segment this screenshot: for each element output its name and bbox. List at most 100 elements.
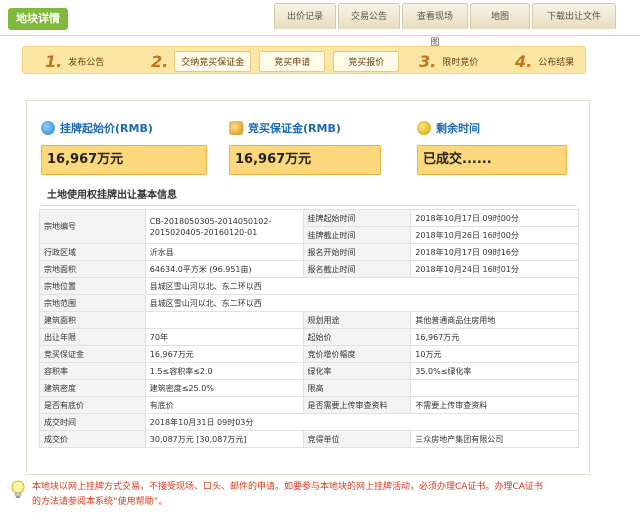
table-row: 宗地位置 县城区雪山河以北、东二环以西 (39, 277, 580, 295)
field-value: 35.0%≤绿化率 (410, 362, 579, 380)
table-row: 竞买保证金 16,967万元 竞价增价幅度 10万元 (39, 345, 579, 363)
lightbulb-icon (11, 480, 25, 498)
table-row: 建筑密度 建筑密度≤25.0% 限高 (39, 379, 579, 397)
section-divider (41, 205, 577, 206)
field-label: 建筑密度 (39, 379, 146, 397)
table-row: 容积率 1.5≤容积率≤2.0 绿化率 35.0%≤绿化率 (39, 362, 579, 380)
step-number: 3. (419, 51, 437, 71)
field-value: 16,967万元 (144, 345, 304, 363)
field-label: 宗地范围 (39, 294, 146, 312)
field-value: 县城区雪山河以北、东二环以西 (144, 277, 580, 295)
table-row: 成交价 30,087万元 [30,087万元] 竞得单位 三众房地产集团有限公司 (39, 430, 579, 448)
field-value (410, 379, 579, 397)
field-label: 挂牌起始时间 (302, 209, 412, 227)
top-tabs: 出价记录 交易公告 查看现场图 地图 下载出让文件 (274, 3, 618, 48)
step-pill-apply: 竞买申请 (259, 50, 326, 72)
remaining-title-row: 剩余时间 (417, 119, 567, 137)
step-pill-bid: 竞买报价 (333, 50, 400, 72)
field-label: 建筑面积 (39, 311, 146, 329)
step-1: 1. 发布公告 (45, 47, 104, 75)
field-label: 起始价 (302, 328, 412, 346)
field-label: 宗地位置 (39, 277, 146, 295)
field-value: 县城区雪山河以北、东二环以西 (144, 294, 580, 312)
field-label: 规划用途 (302, 311, 412, 329)
field-value: 2018年10月17日 09时16分 (410, 243, 579, 261)
notice-line-1: 本地块以网上挂牌方式交易，不接受现场、口头、邮件的申请。如要参与本地块的网上挂牌… (32, 482, 543, 492)
section-title: 土地使用权挂牌出让基本信息 (47, 190, 177, 201)
step-3: 3. 限时竞价 (419, 47, 478, 75)
notice-line-2: 的方法请参阅本系统“使用帮助”。 (32, 497, 168, 507)
step-pill-deposit: 交纳竞买保证金 (174, 50, 252, 72)
field-value: 2018年10月24日 16时01分 (410, 260, 579, 278)
start-price-value: 16,967万元 (41, 145, 207, 175)
field-value: 不需要上传审查资料 (410, 396, 579, 414)
tab-map[interactable]: 地图 (470, 3, 530, 29)
field-label: 行政区域 (39, 243, 146, 261)
remaining-value: 已成交...... (417, 145, 567, 175)
field-value: 70年 (144, 328, 304, 346)
page-logo: 地块详情 (8, 8, 68, 30)
step-label: 限时竞价 (442, 57, 479, 68)
table-row: 宗地面积 64634.0平方米 (96.951亩) 报名截止时间 2018年10… (39, 260, 579, 278)
table-row: 行政区域 沂水县 报名开始时间 2018年10月17日 09时16分 (39, 243, 579, 261)
field-value: 有底价 (144, 396, 304, 414)
field-value: 64634.0平方米 (96.951亩) (144, 260, 304, 278)
step-2: 2. 交纳竞买保证金 竞买申请 竞买报价 (151, 47, 407, 75)
start-price-title-row: 挂牌起始价(RMB) (41, 119, 207, 137)
table-row: 是否有底价 有底价 是否需要上传审查资料 不需要上传审查资料 (39, 396, 579, 414)
clock-icon (41, 121, 55, 135)
deposit-title-row: 竞买保证金(RMB) (229, 119, 381, 137)
coins-icon (229, 121, 243, 135)
start-price-title: 挂牌起始价(RMB) (60, 122, 153, 135)
table-row: 出让年限 70年 起始价 16,967万元 (39, 328, 579, 346)
field-value: 2018年10月26日 16时00分 (410, 226, 579, 244)
timer-icon (417, 121, 431, 135)
tab-download-files[interactable]: 下载出让文件 (532, 3, 616, 29)
remaining-time-block: 剩余时间 已成交...... (417, 119, 567, 175)
tab-trade-announcement[interactable]: 交易公告 (338, 3, 400, 29)
field-value: 10万元 (410, 345, 579, 363)
notice-text: 本地块以网上挂牌方式交易，不接受现场、口头、邮件的申请。如要参与本地块的网上挂牌… (32, 480, 543, 510)
field-label: 限高 (302, 379, 412, 397)
field-value (144, 311, 304, 329)
field-value: 16,967万元 (410, 328, 579, 346)
table-row: 宗地范围 县城区雪山河以北、东二环以西 (39, 294, 580, 312)
notice-box: 本地块以网上挂牌方式交易，不接受现场、口头、邮件的申请。如要参与本地块的网上挂牌… (10, 480, 630, 510)
step-label: 发布公告 (68, 57, 105, 68)
main-panel: 挂牌起始价(RMB) 16,967万元 竞买保证金(RMB) 16,967万元 … (26, 100, 590, 475)
field-value: 2018年10月31日 09时03分 (144, 413, 580, 431)
deposit-title: 竞买保证金(RMB) (248, 122, 341, 135)
field-label: 宗地编号 (39, 209, 146, 244)
table-row: 宗地编号 CB-2018050305-2014050102-2015020405… (39, 209, 579, 244)
field-label: 出让年限 (39, 328, 146, 346)
field-label: 挂牌截止时间 (302, 226, 412, 244)
field-value: CB-2018050305-2014050102-2015020405-2016… (144, 209, 304, 244)
field-value: 三众房地产集团有限公司 (410, 430, 579, 448)
tab-site-photos[interactable]: 查看现场图 (402, 3, 468, 48)
deposit-block: 竞买保证金(RMB) 16,967万元 (229, 119, 381, 175)
field-value: 30,087万元 [30,087万元] (144, 430, 304, 448)
process-steps: 1. 发布公告 2. 交纳竞买保证金 竞买申请 竞买报价 3. 限时竞价 4. … (22, 46, 586, 74)
field-label: 成交价 (39, 430, 146, 448)
field-label: 竞买保证金 (39, 345, 146, 363)
field-label: 绿化率 (302, 362, 412, 380)
field-value: 沂水县 (144, 243, 304, 261)
step-number: 4. (515, 51, 533, 71)
step-4: 4. 公布结果 (515, 47, 574, 75)
field-value: 其他普通商品住房用地 (410, 311, 579, 329)
field-label: 是否需要上传审查资料 (302, 396, 412, 414)
start-price-block: 挂牌起始价(RMB) 16,967万元 (41, 119, 207, 175)
field-label: 竞得单位 (302, 430, 412, 448)
field-value: 2018年10月17日 09时00分 (410, 209, 579, 227)
field-label: 成交时间 (39, 413, 146, 431)
field-label: 宗地面积 (39, 260, 146, 278)
field-value: 1.5≤容积率≤2.0 (144, 362, 304, 380)
field-value: 建筑密度≤25.0% (144, 379, 304, 397)
remaining-title: 剩余时间 (436, 122, 480, 135)
tab-bid-records[interactable]: 出价记录 (274, 3, 336, 29)
land-info-table: 宗地编号 CB-2018050305-2014050102-2015020405… (39, 209, 580, 448)
step-number: 1. (45, 51, 63, 71)
field-label: 报名截止时间 (302, 260, 412, 278)
step-label: 公布结果 (538, 57, 575, 68)
field-label: 容积率 (39, 362, 146, 380)
